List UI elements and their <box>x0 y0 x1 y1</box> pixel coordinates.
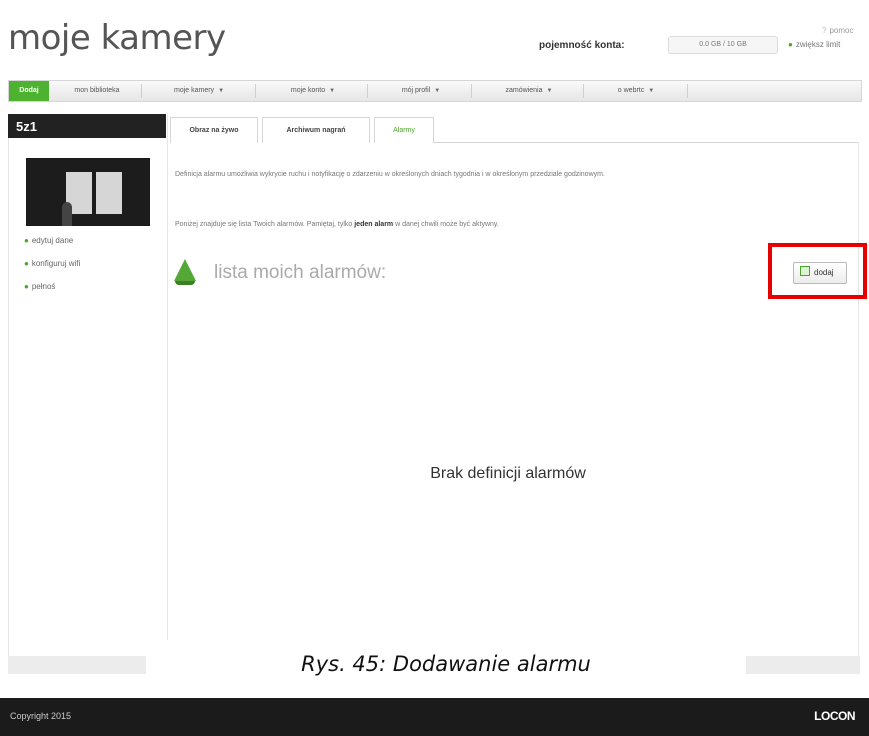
thumbnail-detail <box>62 202 72 226</box>
tab-label: Archiwum nagrań <box>286 127 346 134</box>
nav-item-zamowienia[interactable]: zamówienia ▼ <box>479 81 579 101</box>
figure-caption: Rys. 45: Dodawanie alarmu <box>301 652 591 676</box>
configure-wifi-link[interactable]: ● konfiguruj wifi <box>24 259 80 268</box>
empty-state-message: Brak definicji alarmów <box>430 465 586 482</box>
chevron-down-icon: ▼ <box>329 88 336 94</box>
bullet-icon: ● <box>788 40 793 49</box>
sidebar-link-label: edytuj dane <box>31 236 74 245</box>
bullet-icon: ● <box>24 236 29 245</box>
nav-item-moje-konto[interactable]: moje konto ▼ <box>263 81 363 101</box>
tab-alarmy[interactable]: Alarmy <box>374 117 434 143</box>
nav-item-dodaj[interactable]: Dodaj <box>9 81 49 101</box>
app-title: moje kamery <box>8 18 226 58</box>
nav-item-moj-profil[interactable]: mój profil ▼ <box>375 81 467 101</box>
camera-name: 5z1 <box>16 119 37 134</box>
brand-logo: LOCON <box>814 709 855 723</box>
bullet-icon: ● <box>24 282 29 291</box>
nav-item-label: o webrtc <box>617 87 645 94</box>
alarm-list-note: Poniżej znajduje się lista Twoich alarmó… <box>175 221 499 228</box>
alarm-panel <box>168 142 859 658</box>
nav-item-label: mon biblioteka <box>74 87 120 94</box>
account-capacity-value: 0.0 GB / 10 GB <box>668 36 778 54</box>
increase-limit-label: zwiększ limit <box>795 40 841 49</box>
nav-separator <box>583 84 584 98</box>
nav-separator <box>687 84 688 98</box>
alarm-bell-icon <box>174 259 196 281</box>
camera-header: 5z1 <box>8 114 166 138</box>
nav-item-label: mój profil <box>401 87 431 94</box>
sidebar-link-label: konfiguruj wifi <box>31 259 81 268</box>
tab-obraz-na-zywo[interactable]: Obraz na żywo <box>170 117 258 143</box>
note-emphasis: jeden alarm <box>354 221 394 228</box>
nav-item-biblioteka[interactable]: mon biblioteka <box>57 81 137 101</box>
settings-link[interactable]: ● pełnoś <box>24 282 55 291</box>
account-capacity-label: pojemność konta: <box>539 40 625 51</box>
edit-data-link[interactable]: ● edytuj dane <box>24 236 73 245</box>
chevron-down-icon: ▼ <box>648 88 655 94</box>
nav-item-o-webrtc[interactable]: o webrtc ▼ <box>591 81 681 101</box>
nav-item-moje-kamery[interactable]: moje kamery ▼ <box>149 81 249 101</box>
figure-caption-box: Rys. 45: Dodawanie alarmu <box>146 640 746 688</box>
nav-item-label: moje kamery <box>173 87 215 94</box>
note-text: Poniżej znajduje się lista Twoich alarmó… <box>175 221 355 228</box>
chevron-down-icon: ▼ <box>218 88 225 94</box>
alarm-bell-icon-base <box>175 281 195 285</box>
chevron-down-icon: ▼ <box>434 88 441 94</box>
page-footer: Copyright 2015 LOCON <box>0 698 869 736</box>
nav-item-label: moje konto <box>290 87 326 94</box>
nav-separator <box>141 84 142 98</box>
help-link[interactable]: ? pomoc <box>822 26 853 35</box>
nav-separator <box>367 84 368 98</box>
note-text: w danej chwili może być aktywny. <box>393 221 499 228</box>
nav-separator <box>255 84 256 98</box>
help-link-label: pomoc <box>829 26 854 35</box>
nav-separator <box>471 84 472 98</box>
nav-item-label: zamówienia <box>505 87 543 94</box>
thumbnail-detail <box>96 172 122 214</box>
tab-archiwum-nagran[interactable]: Archiwum nagrań <box>262 117 370 143</box>
alarm-list-title: lista moich alarmów: <box>214 262 387 283</box>
bullet-icon: ● <box>24 259 29 268</box>
help-icon: ? <box>822 26 827 35</box>
sidebar-link-label: pełnoś <box>31 282 56 291</box>
tab-label: Alarmy <box>393 127 415 134</box>
tab-label: Obraz na żywo <box>189 127 239 134</box>
chevron-down-icon: ▼ <box>546 88 553 94</box>
nav-item-label: Dodaj <box>19 87 39 94</box>
copyright-text: Copyright 2015 <box>10 711 72 721</box>
main-navbar: Dodaj mon biblioteka moje kamery ▼ moje k… <box>8 80 862 102</box>
highlight-box <box>768 243 867 299</box>
alarm-description: Definicja alarmu umożliwia wykrycie ruch… <box>175 171 605 178</box>
increase-limit-link[interactable]: ● zwiększ limit <box>788 40 840 49</box>
camera-thumbnail[interactable] <box>26 158 150 226</box>
